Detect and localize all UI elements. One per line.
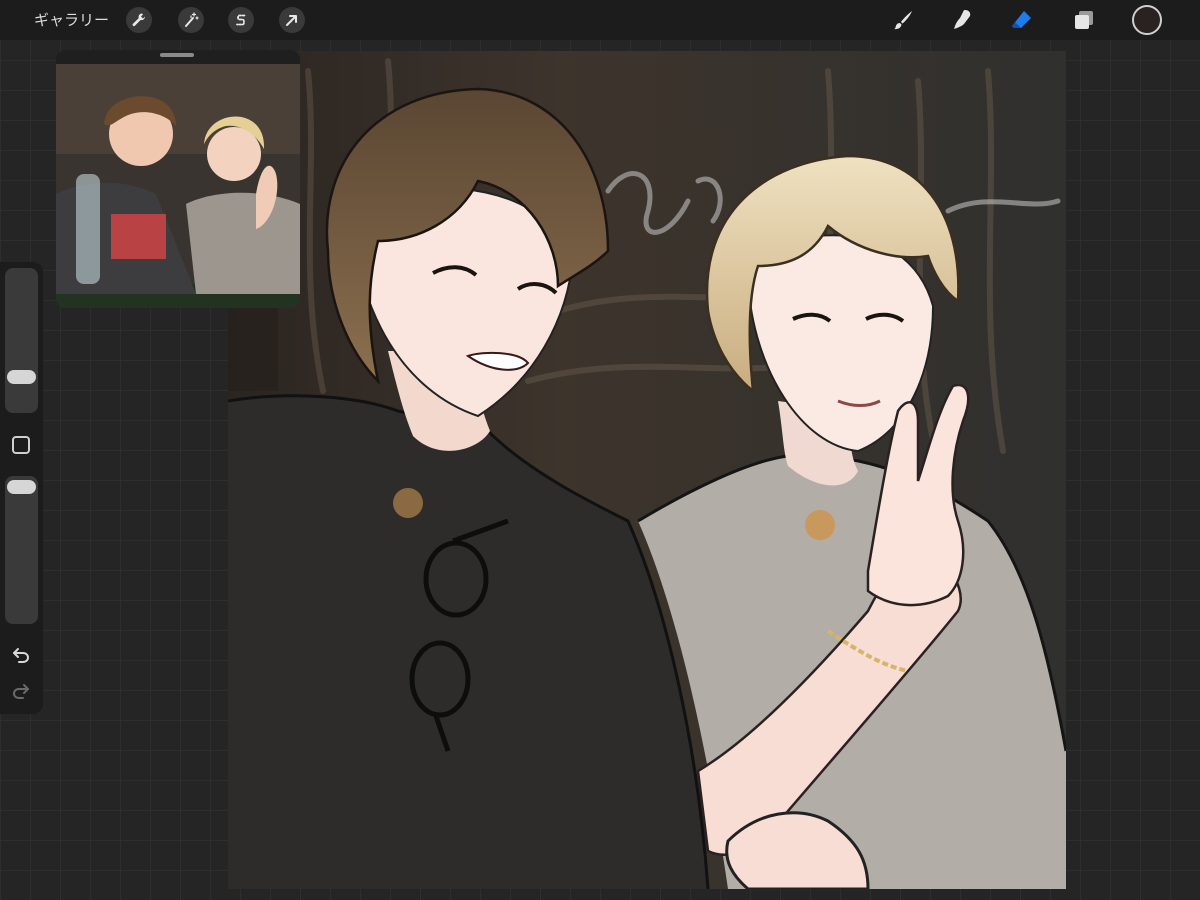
drawing-canvas[interactable] <box>228 51 1066 889</box>
undo-arrow-icon[interactable] <box>10 644 32 666</box>
artwork-illustration <box>228 51 1066 889</box>
reference-photo <box>56 64 300 308</box>
brush-size-slider[interactable] <box>5 268 38 413</box>
eraser-button[interactable] <box>1008 6 1036 34</box>
selection-button[interactable] <box>228 7 254 33</box>
top-toolbar: ギャラリー <box>0 0 1200 40</box>
brush-button[interactable] <box>889 6 917 34</box>
reference-window[interactable] <box>56 50 300 308</box>
brush-icon <box>894 11 912 30</box>
opacity-thumb[interactable] <box>7 480 36 494</box>
transform-button[interactable] <box>279 7 305 33</box>
layers-button[interactable] <box>1070 6 1098 34</box>
color-picker-button[interactable] <box>1132 5 1162 35</box>
actions-button[interactable] <box>126 7 152 33</box>
eraser-icon <box>1012 11 1031 28</box>
left-sidebar <box>0 262 43 714</box>
adjustments-button[interactable] <box>178 7 204 33</box>
modify-button[interactable] <box>12 436 30 454</box>
smudge-finger-icon <box>954 10 971 29</box>
opacity-slider[interactable] <box>5 476 38 624</box>
brush-size-thumb[interactable] <box>7 370 36 384</box>
selection-s-icon <box>236 14 246 26</box>
gallery-button[interactable]: ギャラリー <box>34 8 109 32</box>
arrow-cursor-icon <box>286 15 297 26</box>
reference-drag-handle[interactable] <box>160 53 194 57</box>
smudge-button[interactable] <box>948 6 976 34</box>
wrench-icon <box>132 13 146 27</box>
magic-wand-icon <box>185 12 199 27</box>
redo-arrow-icon[interactable] <box>10 680 32 702</box>
layers-icon <box>1075 11 1093 29</box>
